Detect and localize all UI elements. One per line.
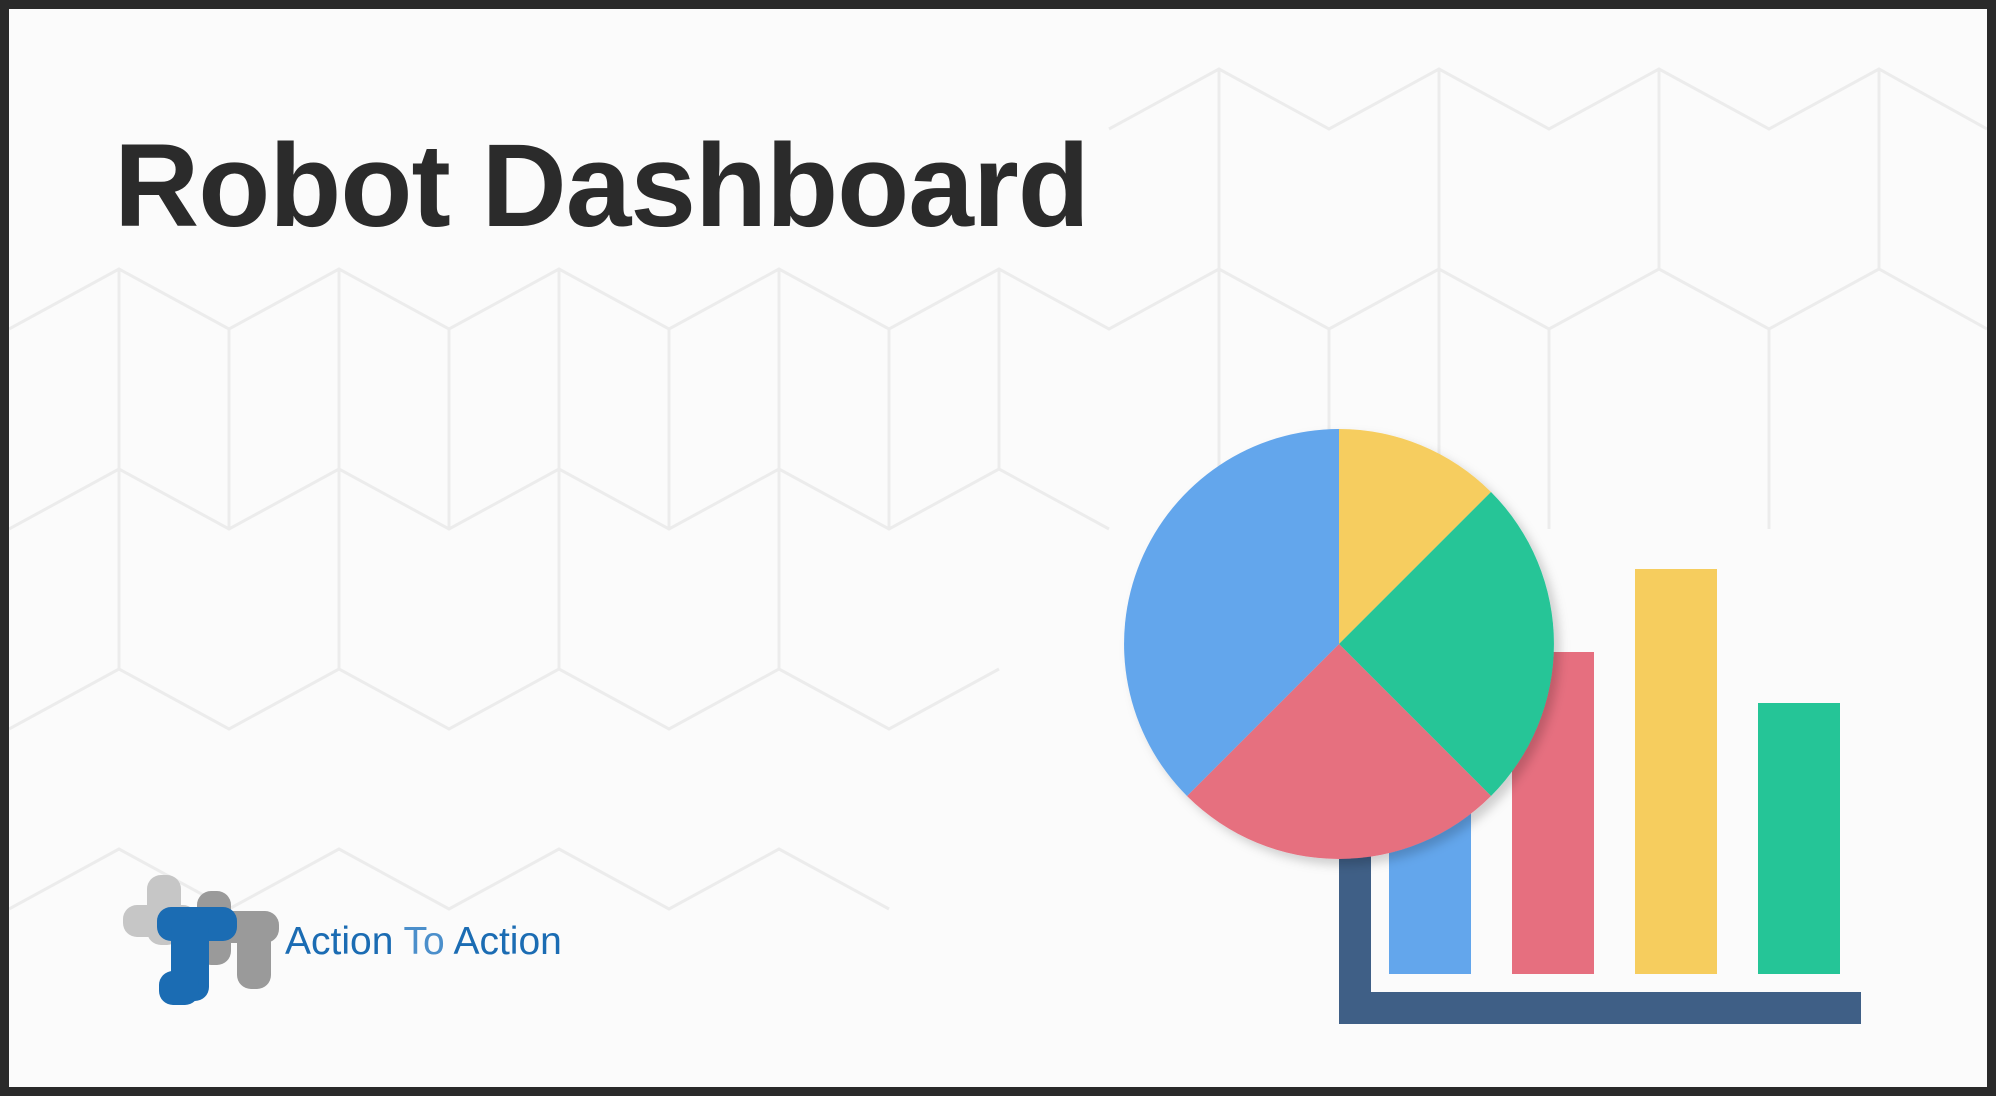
logo: Action To Action: [119, 867, 599, 1017]
page-title: Robot Dashboard: [114, 120, 1090, 252]
logo-word-1: Action: [285, 920, 394, 963]
dashboard-chart-illustration: [1124, 429, 1861, 1024]
slide: Robot Dashboard Action To Action: [9, 9, 1987, 1087]
pie-chart-icon: [1124, 429, 1554, 859]
logo-text: Action To Action: [285, 920, 562, 964]
bar-yellow: [1635, 569, 1717, 974]
logo-word-3: Action: [453, 920, 562, 963]
bar-green: [1758, 703, 1840, 974]
logo-word-2: To: [403, 920, 445, 963]
logo-mark-icon: [123, 875, 279, 1005]
